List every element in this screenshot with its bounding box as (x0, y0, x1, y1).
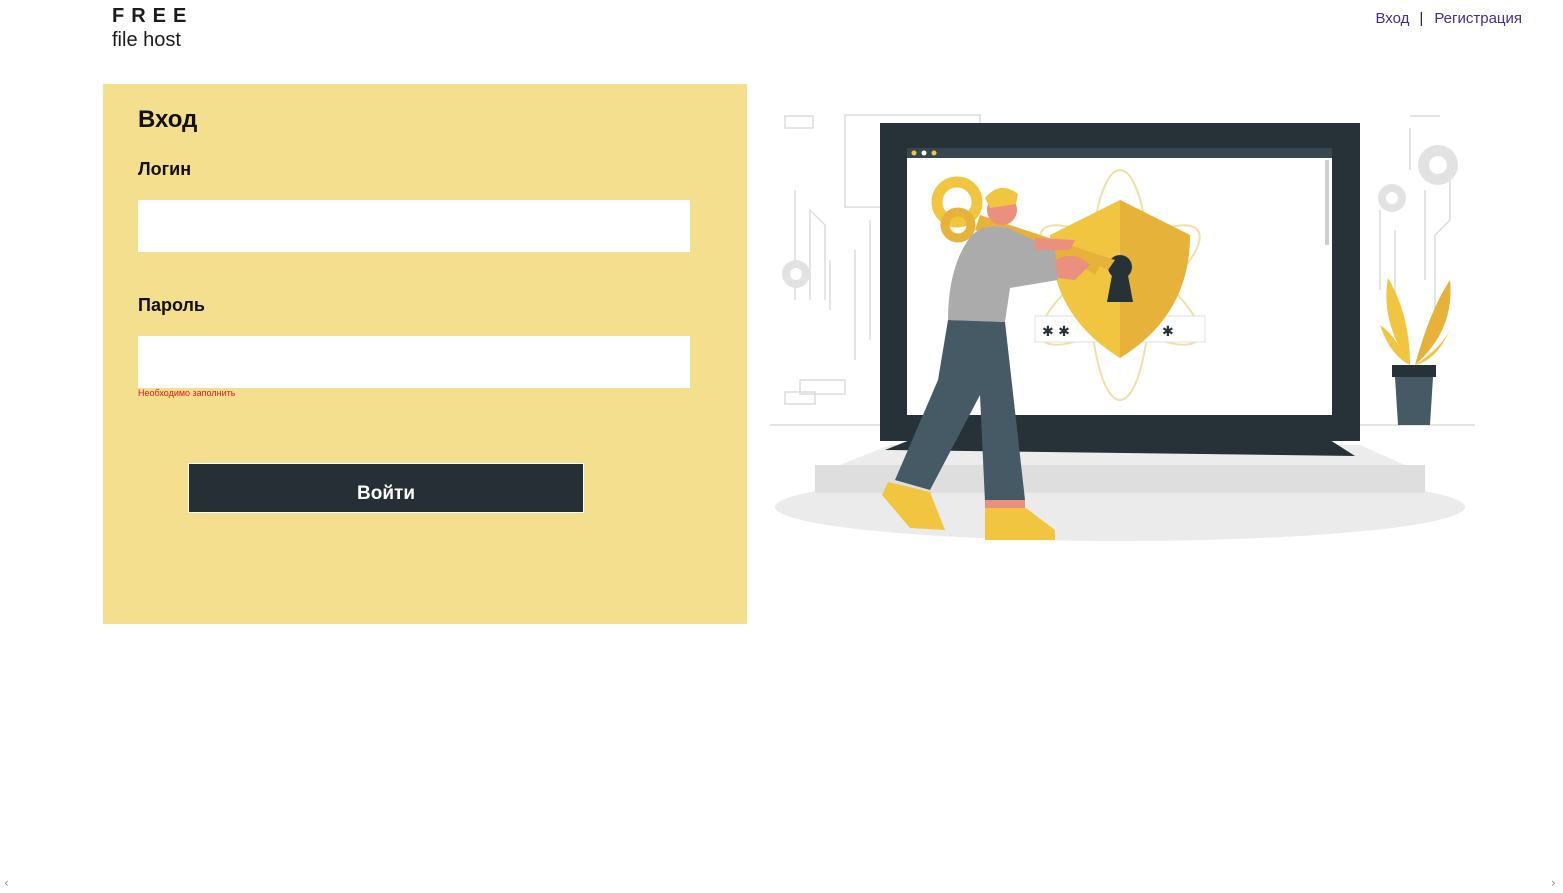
password-error: Необходимо заполнить (138, 388, 236, 398)
nav-register-link[interactable]: Регистрация (1434, 10, 1522, 27)
password-input[interactable] (138, 336, 690, 388)
password-label: Пароль (138, 295, 205, 315)
site-logo[interactable]: FREE file host (112, 5, 193, 53)
logo-title: FREE (112, 5, 194, 27)
login-submit-button[interactable]: Войти (188, 463, 584, 513)
nav-separator: | (1419, 10, 1424, 27)
security-key-illustration: ✱ ✱ ✱ (770, 114, 1475, 541)
password-mask: ✱ ✱ (1042, 324, 1070, 340)
login-label: Логин (138, 159, 192, 179)
login-form: Вход Логин Пароль Необходимо заполнить В… (103, 84, 747, 624)
chevron-left-icon[interactable]: ‹ (4, 876, 9, 890)
password-mask-end: ✱ (1162, 324, 1174, 340)
chevron-right-icon[interactable]: › (1551, 876, 1556, 890)
plant-icon (1380, 278, 1452, 425)
form-title: Вход (138, 106, 198, 133)
login-input[interactable] (138, 200, 690, 252)
top-nav: Вход | Регистрация (1375, 10, 1522, 27)
nav-login-link[interactable]: Вход (1375, 10, 1409, 27)
logo-subtitle: file host (112, 29, 181, 51)
